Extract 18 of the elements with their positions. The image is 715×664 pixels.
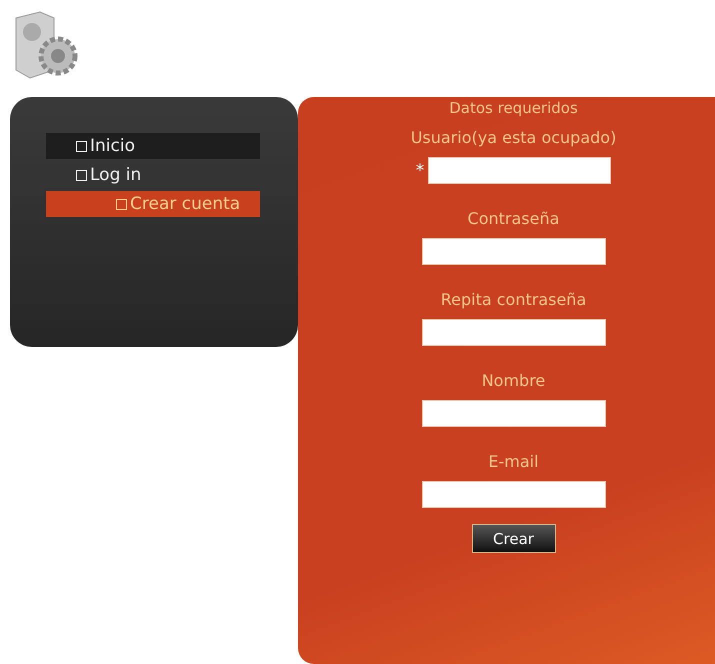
input-field[interactable] [428, 157, 612, 184]
field-label: Usuario(ya esta ocupado) [410, 127, 616, 149]
input-field[interactable] [422, 238, 606, 265]
field-label: Repita contraseña [440, 289, 586, 311]
form-title: Datos requeridos [449, 98, 578, 119]
expand-icon [116, 198, 127, 210]
create-button[interactable]: Crear [472, 524, 556, 553]
field-label: Nombre [482, 370, 546, 392]
menu-item[interactable]: Log in [46, 162, 260, 188]
field-label: E-mail [488, 451, 539, 473]
required-mark: * [416, 160, 424, 180]
input-field[interactable] [422, 400, 606, 427]
field-label: Contraseña [468, 208, 560, 230]
menu-item[interactable]: Inicio [46, 133, 260, 159]
input-field[interactable] [422, 481, 606, 508]
expand-icon [76, 170, 87, 180]
input-field[interactable] [422, 319, 606, 346]
expand-icon [76, 140, 87, 152]
